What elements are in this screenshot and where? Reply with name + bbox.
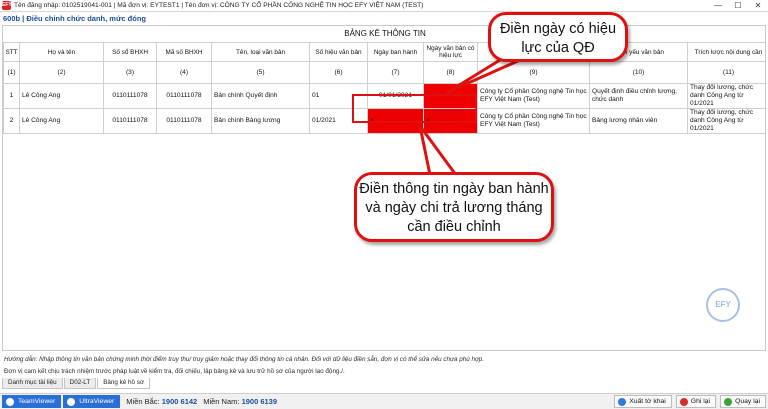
teamviewer-button[interactable]: TeamViewer: [2, 395, 62, 408]
callout-effective-date: Điền ngày có hiệu lực của QĐ: [488, 12, 628, 62]
guide-text: Hướng dẫn: Nhập thông tin văn bản chứng …: [4, 356, 485, 363]
save-icon: [679, 397, 688, 406]
bottom-tabs: Danh mục tài liệu D02-LT Bảng kê hồ sơ: [2, 378, 151, 389]
tab-document-list[interactable]: Danh mục tài liệu: [2, 378, 63, 389]
callout-issue-payment-date: Điền thông tin ngày ban hành và ngày chi…: [354, 172, 554, 242]
commitment-text: Đơn vị cam kết chịu trách nhiệm trước ph…: [4, 368, 345, 375]
efy-watermark-logo: EFY: [706, 288, 740, 322]
ultraviewer-icon: [67, 397, 76, 406]
hotline-north-label: Miền Bắc:: [126, 397, 160, 406]
back-icon: [724, 397, 733, 406]
tab-record-list[interactable]: Bảng kê hồ sơ: [97, 378, 151, 389]
hotline-north-phone: 1900 6142: [161, 397, 198, 406]
hotline-north: Miền Bắc: 1900 6142: [126, 397, 197, 406]
export-label: Xuất tờ khai: [629, 397, 666, 405]
status-bar: TeamViewer UltraViewer Miền Bắc: 1900 61…: [0, 393, 768, 409]
back-label: Quay lại: [735, 397, 760, 405]
export-button[interactable]: Xuất tờ khai: [614, 395, 672, 408]
ultraviewer-label: UltraViewer: [79, 398, 115, 405]
hotline-south: Miền Nam: 1900 6139: [203, 397, 277, 406]
save-button[interactable]: Ghi lại: [675, 395, 717, 408]
hotline-south-phone: 1900 6139: [241, 397, 278, 406]
teamviewer-icon: [6, 397, 14, 406]
ultraviewer-button[interactable]: UltraViewer: [63, 395, 121, 408]
callout-bottom-pointer: [418, 124, 458, 177]
save-label: Ghi lại: [690, 397, 711, 405]
teamviewer-label: TeamViewer: [18, 398, 56, 405]
back-button[interactable]: Quay lại: [720, 395, 766, 408]
hotline-south-label: Miền Nam:: [203, 397, 240, 406]
callout-top-pointer: [446, 58, 522, 94]
tab-d02-lt[interactable]: D02-LT: [63, 378, 97, 389]
export-icon: [618, 397, 627, 406]
action-buttons: Xuất tờ khai Ghi lại Quay lại: [610, 395, 766, 408]
